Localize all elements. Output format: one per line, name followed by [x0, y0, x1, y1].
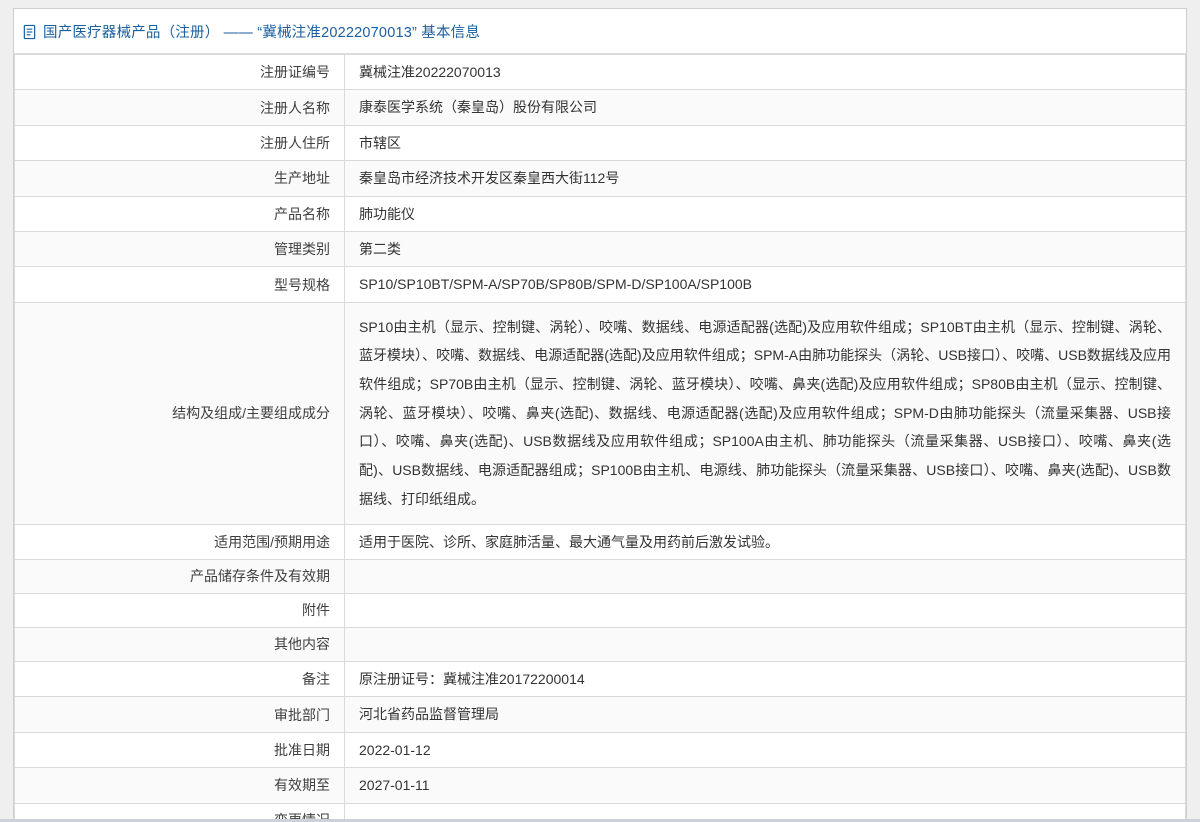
table-row: 注册人住所市辖区 [15, 125, 1186, 160]
row-label: 型号规格 [15, 267, 345, 302]
table-row: 产品储存条件及有效期 [15, 559, 1186, 593]
row-label-text: 其他内容 [274, 636, 330, 652]
row-label-text: 生产地址 [274, 170, 330, 186]
table-row: 型号规格 SP10/SP10BT/SPM-A/SP70B/SP80B/SPM-D/… [15, 267, 1186, 302]
table-row: 批准日期 2022-01-12 [15, 732, 1186, 767]
row-label: 审批部门 [15, 697, 345, 732]
row-label: 注册证编号 [15, 55, 345, 90]
row-label: 结构及组成/主要组成成分 [15, 302, 345, 524]
row-label: 适用范围/预期用途 [15, 524, 345, 559]
row-label: 备注 [15, 661, 345, 696]
row-value: 康泰医学系统（秦皇岛）股份有限公司 [345, 90, 1186, 125]
row-label-text: 有效期至 [274, 777, 330, 793]
table-row: 注册人名称康泰医学系统（秦皇岛）股份有限公司 [15, 90, 1186, 125]
info-table-body: 注册证编号冀械注准20222070013注册人名称康泰医学系统（秦皇岛）股份有限… [15, 55, 1186, 822]
row-label-text: 备注 [302, 671, 330, 687]
document-icon [22, 24, 37, 40]
row-label: 产品名称 [15, 196, 345, 231]
table-row: 其他内容 [15, 627, 1186, 661]
row-label-text: 型号规格 [274, 277, 330, 293]
row-value: 原注册证号：冀械注准20172200014 [345, 661, 1186, 696]
row-label-text: 适用范围/预期用途 [214, 534, 330, 550]
row-value: 肺功能仪 [345, 196, 1186, 231]
row-label-text: 产品储存条件及有效期 [190, 568, 330, 584]
table-row: 产品名称肺功能仪 [15, 196, 1186, 231]
row-value: 第二类 [345, 231, 1186, 266]
row-value: SP10/SP10BT/SPM-A/SP70B/SP80B/SPM-D/SP10… [345, 267, 1186, 302]
row-label: 管理类别 [15, 231, 345, 266]
page-header: 国产医疗器械产品（注册） —— “冀械注准20222070013” 基本信息 [14, 9, 1186, 54]
registration-info-panel: 国产医疗器械产品（注册） —— “冀械注准20222070013” 基本信息 注… [13, 8, 1187, 822]
row-label-text: 审批部门 [274, 707, 330, 723]
row-value [345, 593, 1186, 627]
table-row: 适用范围/预期用途适用于医院、诊所、家庭肺活量、最大通气量及用药前后激发试验。 [15, 524, 1186, 559]
row-value: 适用于医院、诊所、家庭肺活量、最大通气量及用药前后激发试验。 [345, 524, 1186, 559]
row-value: 河北省药品监督管理局 [345, 697, 1186, 732]
row-label: 注册人住所 [15, 125, 345, 160]
row-value [345, 559, 1186, 593]
row-label-text: 结构及组成/主要组成成分 [172, 405, 330, 421]
row-label: 产品储存条件及有效期 [15, 559, 345, 593]
table-row: 结构及组成/主要组成成分 SP10由主机（显示、控制键、涡轮）、咬嘴、数据线、电源… [15, 302, 1186, 524]
row-label: 附件 [15, 593, 345, 627]
row-value: 冀械注准20222070013 [345, 55, 1186, 90]
table-row: 审批部门河北省药品监督管理局 [15, 697, 1186, 732]
row-label-text: 附件 [302, 602, 330, 618]
row-value: 2027-01-11 [345, 768, 1186, 803]
row-label-text: 产品名称 [274, 206, 330, 222]
row-value [345, 627, 1186, 661]
row-label: 其他内容 [15, 627, 345, 661]
row-value: 市辖区 [345, 125, 1186, 160]
row-value: 2022-01-12 [345, 732, 1186, 767]
row-value: SP10由主机（显示、控制键、涡轮）、咬嘴、数据线、电源适配器(选配)及应用软件… [345, 302, 1186, 524]
row-label: 有效期至 [15, 768, 345, 803]
row-label: 批准日期 [15, 732, 345, 767]
row-label-text: 注册证编号 [260, 64, 330, 80]
table-row: 有效期至 2027-01-11 [15, 768, 1186, 803]
row-value: 秦皇岛市经济技术开发区秦皇西大街112号 [345, 161, 1186, 196]
info-table: 注册证编号冀械注准20222070013注册人名称康泰医学系统（秦皇岛）股份有限… [14, 54, 1186, 822]
row-label: 生产地址 [15, 161, 345, 196]
row-label-text: 注册人住所 [260, 135, 330, 151]
row-label-text: 批准日期 [274, 742, 330, 758]
table-row: 生产地址秦皇岛市经济技术开发区秦皇西大街112号 [15, 161, 1186, 196]
table-row: 备注原注册证号：冀械注准20172200014 [15, 661, 1186, 696]
table-row: 注册证编号冀械注准20222070013 [15, 55, 1186, 90]
row-label-text: 注册人名称 [260, 100, 330, 116]
page-title: 国产医疗器械产品（注册） —— “冀械注准20222070013” 基本信息 [43, 21, 480, 42]
table-row: 附件 [15, 593, 1186, 627]
table-row: 管理类别第二类 [15, 231, 1186, 266]
row-label-text: 管理类别 [274, 241, 330, 257]
row-label: 注册人名称 [15, 90, 345, 125]
